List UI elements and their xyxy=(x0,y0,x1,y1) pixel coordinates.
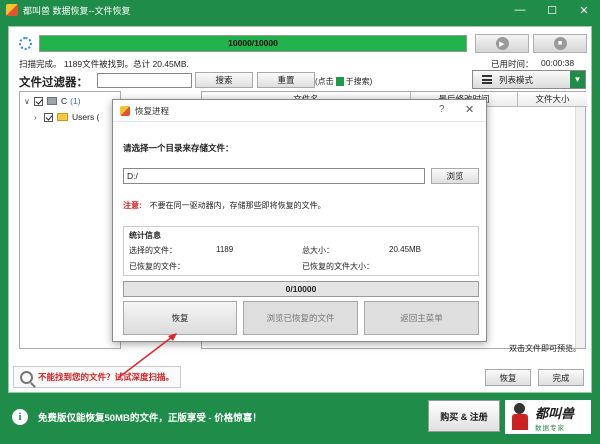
dialog-title-bar: 恢复进程 ? ✕ xyxy=(113,100,486,122)
warning-note: 注意: 不要在同一驱动器内，存储那些即将恢复的文件。 xyxy=(123,200,326,211)
window-title: 都叫兽 数据恢复--文件恢复 xyxy=(23,5,131,16)
loading-spinner-icon xyxy=(19,37,32,50)
tree-item-drive-c[interactable]: ∨ C (1) xyxy=(24,96,81,106)
brand-logo: 都叫兽 数据专家 xyxy=(505,400,591,434)
resume-button[interactable]: ▶ xyxy=(475,34,529,53)
total-size-label: 总大小： xyxy=(302,246,334,255)
finish-button[interactable]: 完成 xyxy=(538,369,584,386)
browse-button[interactable]: 浏览 xyxy=(431,168,479,184)
minimize-button[interactable]: — xyxy=(504,0,536,20)
play-icon: ▶ xyxy=(495,37,509,50)
selected-files-value: 1189 xyxy=(216,245,234,254)
hint-suffix: 于搜索) xyxy=(345,77,373,86)
filter-label: 文件过滤器： xyxy=(19,77,88,89)
drive-count: (1) xyxy=(70,96,81,106)
dialog-title: 恢复进程 xyxy=(135,105,170,116)
chevron-down-icon[interactable]: ▼ xyxy=(570,71,585,88)
selected-files-label: 选择的文件： xyxy=(129,246,177,255)
scan-progress-bar: 10000/10000 xyxy=(39,35,467,52)
folder-icon xyxy=(57,113,68,121)
recovery-dialog: 恢复进程 ? ✕ 请选择一个目录来存储文件： D:/ 浏览 注意: 不要在同一驱动… xyxy=(112,99,487,342)
stats-box: 统计信息 选择的文件： 1189 总大小： 20.45MB 已恢复的文件： 已恢… xyxy=(123,226,479,276)
filter-input[interactable] xyxy=(97,73,192,88)
search-button[interactable]: 搜索 xyxy=(195,72,253,88)
logo-name: 都叫兽 xyxy=(535,406,575,422)
elapsed-value: 00:00:38 xyxy=(541,58,575,68)
checkbox[interactable] xyxy=(34,96,43,106)
folder-tree: ∨ C (1) › Users ( xyxy=(19,91,121,349)
close-button[interactable]: ✕ xyxy=(568,0,600,20)
scan-status-text: 扫描完成。 1189文件被找到。总计 20.45MB. xyxy=(19,59,189,69)
reset-button[interactable]: 重置 xyxy=(257,72,315,88)
dialog-close-icon[interactable]: ✕ xyxy=(465,103,474,116)
search-hint: (点击 于搜索) xyxy=(315,76,372,87)
recover-start-button[interactable]: 恢复 xyxy=(123,301,237,335)
stats-title: 统计信息 xyxy=(129,231,161,240)
list-mode-dropdown[interactable]: 列表模式 ▼ xyxy=(472,70,586,89)
recovered-files-label: 已恢复的文件： xyxy=(129,262,185,271)
filter-marker-icon xyxy=(335,77,344,86)
list-mode-label: 列表模式 xyxy=(499,74,534,85)
checkbox[interactable] xyxy=(44,112,53,122)
stop-icon: ■ xyxy=(553,37,567,50)
tree-item-users[interactable]: › Users ( xyxy=(34,112,99,122)
recovery-progress-bar: 0/10000 xyxy=(123,281,479,297)
column-header-size[interactable]: 文件大小 xyxy=(518,92,587,107)
preview-hint: 双击文件即可预览。 xyxy=(509,344,581,353)
note-label: 注意: xyxy=(123,201,142,210)
promo-text: 免费版仅能恢复50MB的文件，正版享受 - 价格惊喜！ xyxy=(38,413,262,424)
folder-label: Users ( xyxy=(72,112,100,122)
hint-prefix: (点击 xyxy=(315,77,334,86)
drive-icon xyxy=(47,97,57,105)
scan-progress-text: 10000/10000 xyxy=(228,38,278,48)
chevron-right-icon[interactable]: › xyxy=(34,113,44,122)
info-icon: i xyxy=(12,409,28,425)
app-logo-icon xyxy=(6,4,18,16)
title-bar: 都叫兽 数据恢复--文件恢复 — ☐ ✕ xyxy=(0,0,600,20)
buy-register-button[interactable]: 购买 & 注册 xyxy=(428,400,500,432)
back-to-main-button[interactable]: 返回主菜单 xyxy=(364,301,479,335)
app-logo-icon xyxy=(120,105,130,116)
elapsed-label: 已用时间： xyxy=(491,59,534,69)
scrollbar[interactable] xyxy=(575,107,585,348)
scan-progress-row: 10000/10000 ▶ ■ xyxy=(19,34,587,53)
maximize-button[interactable]: ☐ xyxy=(536,0,568,20)
magnifier-icon xyxy=(20,370,33,384)
deep-scan-link[interactable]: 不能找到您的文件？试试深度扫描。 xyxy=(13,366,181,388)
deep-scan-text[interactable]: 不能找到您的文件？试试深度扫描。 xyxy=(38,371,174,383)
save-path-input[interactable]: D:/ xyxy=(123,168,425,184)
logo-tagline: 数据专家 xyxy=(535,423,565,432)
choose-dir-label: 请选择一个目录来存储文件： xyxy=(123,143,234,153)
mascot-icon xyxy=(509,403,531,431)
total-size-value: 20.45MB xyxy=(389,245,422,254)
stop-button[interactable]: ■ xyxy=(533,34,587,53)
note-text: 不要在同一驱动器内，存储那些即将恢复的文件。 xyxy=(149,201,326,210)
browse-recovered-button[interactable]: 浏览已恢复的文件 xyxy=(243,301,358,335)
chevron-down-icon[interactable]: ∨ xyxy=(24,97,34,106)
recover-button[interactable]: 恢复 xyxy=(485,369,531,386)
drive-label: C xyxy=(61,96,68,106)
help-icon[interactable]: ? xyxy=(439,104,445,115)
recovered-size-label: 已恢复的文件大小： xyxy=(302,262,374,271)
list-icon xyxy=(482,75,492,84)
